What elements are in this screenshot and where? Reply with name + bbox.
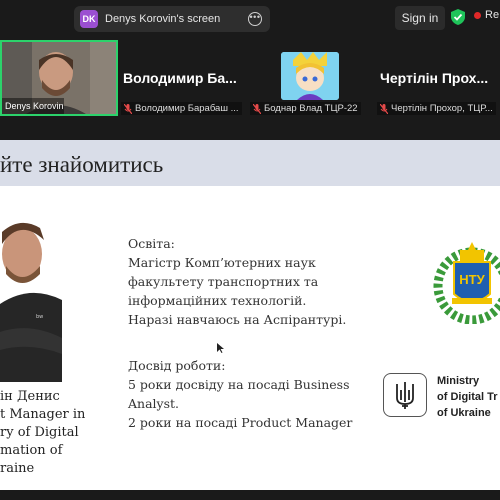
- participant-tile-label: Володимир Барабаш ...: [121, 102, 242, 115]
- mic-muted-icon: [380, 103, 388, 114]
- ntu-university-logo-icon: НТУ: [433, 242, 500, 324]
- presenter-caption: ін Денис t Manager in ry of Digital mati…: [0, 388, 85, 478]
- participant-tile-name: Чертілін Прох...: [380, 70, 489, 86]
- participant-name-label: Боднар Влад ТЦР-22: [264, 103, 358, 114]
- svg-text:bw: bw: [36, 314, 43, 320]
- recording-dot-icon: [474, 11, 481, 19]
- education-heading: Освіта:: [128, 236, 175, 251]
- education-line: факультету транспортних та: [128, 274, 319, 289]
- shared-slide: йте знайомитись bw Освіта: Магістр Комп’…: [0, 140, 500, 490]
- ministry-line: of Digital Tr: [437, 391, 498, 403]
- experience-line: Analyst.: [128, 396, 180, 411]
- education-line: Магістр Комп’ютерних наук: [128, 255, 316, 270]
- experience-line: 2 роки на посаді Product Manager: [128, 415, 353, 430]
- presenter-badge: DK: [80, 10, 98, 28]
- ntu-logo-text: НТУ: [459, 272, 485, 287]
- more-options-icon[interactable]: •••: [248, 12, 262, 26]
- ministry-logo: [383, 373, 427, 417]
- education-line: інформаційних технологій.: [128, 293, 307, 308]
- bottom-bar: [0, 490, 500, 500]
- participant-name-label: Denys Korovin: [2, 98, 64, 114]
- recording-label: Re: [485, 9, 500, 21]
- shield-check-icon[interactable]: [451, 9, 465, 25]
- trident-icon: [396, 382, 414, 409]
- participant-name-label: Чертілін Прохор, ТЦР...: [391, 103, 493, 114]
- experience-heading: Досвід роботи:: [128, 358, 226, 373]
- participant-tile-name: Володимир Ба...: [123, 70, 237, 86]
- caption-line: ін Денис: [0, 389, 60, 404]
- participant-name-label: Володимир Барабаш ...: [135, 103, 239, 114]
- participant-strip: Denys Korovin Володимир Ба... Володимир …: [0, 40, 500, 116]
- slide-header: йте знайомитись: [0, 140, 500, 186]
- caption-line: mation of: [0, 443, 63, 458]
- sign-in-button[interactable]: Sign in: [395, 6, 445, 30]
- recording-indicator[interactable]: Re: [474, 9, 499, 21]
- ministry-name: Ministry of Digital Tr of Ukraine: [437, 373, 498, 421]
- slide-title: йте знайомитись: [0, 152, 164, 177]
- ministry-line: Ministry: [437, 375, 480, 387]
- mouse-cursor-icon: [217, 343, 224, 353]
- participant-tile-label: Чертілін Прохор, ТЦР...: [377, 102, 496, 115]
- presenter-photo: bw: [0, 214, 62, 382]
- caption-line: raine: [0, 461, 35, 476]
- participant-tile-active[interactable]: Denys Korovin: [0, 40, 118, 116]
- caption-line: ry of Digital: [0, 425, 79, 440]
- experience-block: Досвід роботи: 5 роки досвіду на посаді …: [128, 356, 352, 432]
- education-block: Освіта: Магістр Комп’ютерних наук факуль…: [128, 234, 346, 329]
- top-bar: DK Denys Korovin's screen ••• Sign in Re: [0, 0, 500, 38]
- ministry-line: of Ukraine: [437, 407, 491, 419]
- participant-tile-label: Боднар Влад ТЦР-22: [250, 102, 361, 115]
- education-line: Наразі навчаюсь на Аспірантурі.: [128, 312, 347, 327]
- participant-avatar: [281, 52, 339, 100]
- screen-share-title: Denys Korovin's screen: [105, 13, 221, 25]
- mic-muted-icon: [124, 103, 132, 114]
- mic-muted-icon: [253, 103, 261, 114]
- caption-line: t Manager in: [0, 407, 86, 422]
- screen-share-indicator[interactable]: DK Denys Korovin's screen •••: [74, 6, 270, 32]
- experience-line: 5 роки досвіду на посаді Business: [128, 377, 350, 392]
